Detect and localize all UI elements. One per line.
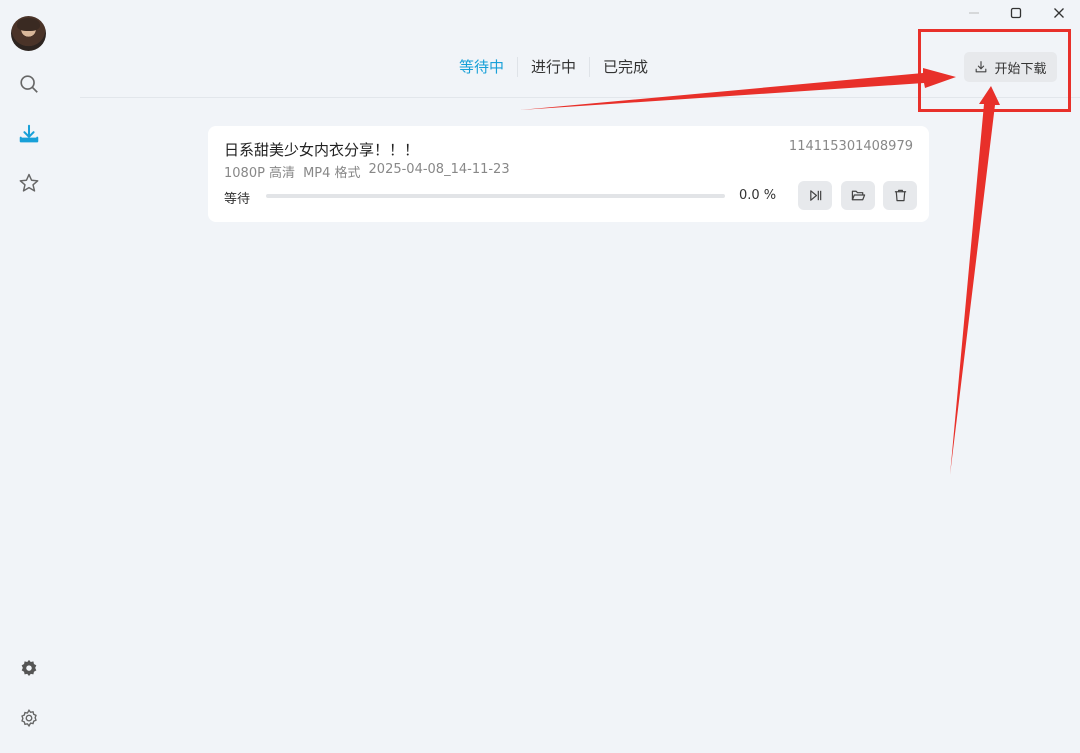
minimize-button[interactable] bbox=[962, 3, 986, 23]
task-progress-bar bbox=[266, 194, 725, 198]
sidebar-item-search[interactable] bbox=[16, 71, 42, 97]
app-window: 等待中 进行中 已完成 开始下载 日系甜美少女内衣分享！！！ 114115301… bbox=[0, 0, 1080, 753]
task-format: MP4 格式 bbox=[303, 166, 361, 181]
gear-icon bbox=[21, 709, 37, 728]
annotation-arrows bbox=[520, 68, 1000, 475]
task-id: 114115301408979 bbox=[788, 139, 913, 154]
delete-button[interactable] bbox=[883, 181, 917, 210]
star-icon bbox=[19, 173, 39, 192]
sidebar-item-settings[interactable] bbox=[16, 706, 42, 732]
maximize-button[interactable] bbox=[1004, 3, 1028, 23]
gear-badge-icon bbox=[21, 659, 37, 676]
highlight-box bbox=[918, 29, 1071, 112]
play-pause-button[interactable] bbox=[798, 181, 832, 210]
maximize-icon bbox=[1010, 7, 1022, 19]
sidebar-item-favorites[interactable] bbox=[16, 170, 42, 196]
tab-waiting[interactable]: 等待中 bbox=[446, 54, 517, 80]
folder-open-icon bbox=[851, 190, 865, 201]
tab-bar: 等待中 进行中 已完成 bbox=[446, 54, 661, 80]
sidebar-item-plugin[interactable] bbox=[16, 656, 42, 682]
task-percent: 0.0 % bbox=[739, 188, 777, 203]
download-task-card: 日系甜美少女内衣分享！！！ 114115301408979 1080P 高清 M… bbox=[208, 126, 929, 222]
minimize-icon bbox=[969, 12, 979, 14]
search-icon bbox=[20, 75, 38, 93]
task-timestamp: 2025-04-08_14-11-23 bbox=[368, 162, 510, 177]
task-quality: 1080P 高清 bbox=[224, 166, 296, 181]
arrow-bottom bbox=[950, 86, 1000, 475]
play-pause-icon bbox=[809, 190, 821, 201]
tab-in-progress[interactable]: 进行中 bbox=[518, 54, 589, 80]
download-icon bbox=[19, 124, 39, 143]
close-button[interactable] bbox=[1047, 3, 1071, 23]
task-title: 日系甜美少女内衣分享！！！ bbox=[224, 141, 420, 159]
close-icon bbox=[1054, 8, 1064, 18]
sidebar bbox=[0, 0, 58, 753]
task-status: 等待 bbox=[224, 192, 251, 207]
sidebar-item-download[interactable] bbox=[16, 121, 42, 147]
open-folder-button[interactable] bbox=[841, 181, 875, 210]
tab-completed[interactable]: 已完成 bbox=[590, 54, 661, 80]
task-meta: 1080P 高清 MP4 格式 2025-04-08_14-11-23 bbox=[224, 162, 510, 181]
trash-icon bbox=[894, 189, 906, 202]
avatar[interactable] bbox=[11, 16, 46, 51]
